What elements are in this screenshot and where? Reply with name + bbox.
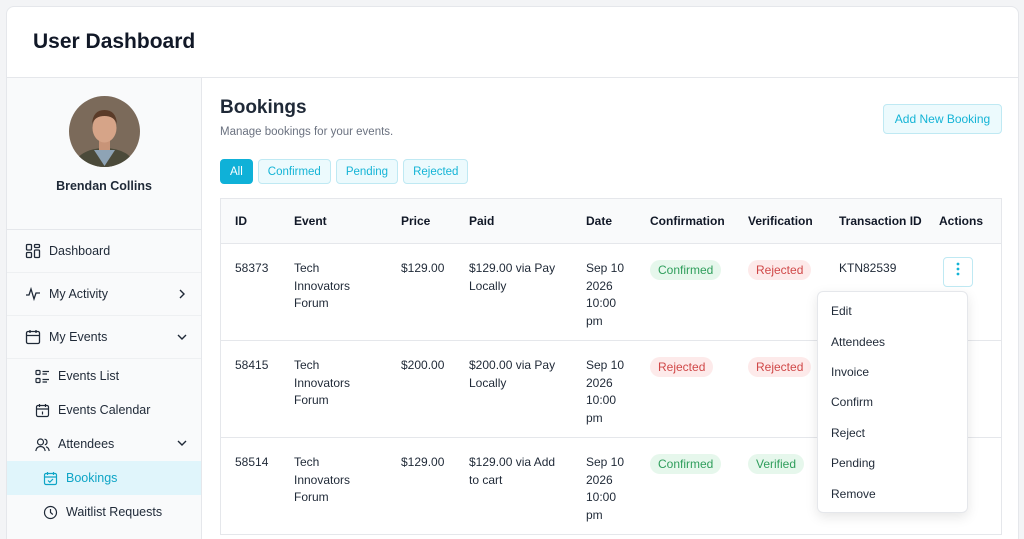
cell-date: Sep 10 2026 10:00 pm: [586, 358, 625, 425]
sidebar-item-dashboard[interactable]: Dashboard: [7, 230, 201, 273]
sidebar-item-events-list[interactable]: Events List: [7, 359, 201, 393]
filter-all[interactable]: All: [220, 159, 253, 184]
more-vertical-icon: [956, 262, 960, 282]
cell-paid: $129.00 via Add to cart: [469, 455, 556, 487]
cell-event: Tech Innovators Forum: [294, 261, 351, 310]
chevron-right-icon: [177, 289, 187, 299]
sidebar-item-label: My Activity: [49, 287, 109, 301]
cell-event: Tech Innovators Forum: [294, 455, 351, 504]
cell-price: $129.00: [401, 455, 445, 469]
chevron-down-icon: [177, 332, 187, 342]
menu-item-attendees[interactable]: Attendees: [818, 326, 967, 356]
cell-price: $129.00: [401, 261, 445, 275]
page-title: Bookings: [220, 97, 307, 118]
cell-id: 58415: [235, 358, 269, 372]
profile-card: Brendan Collins: [7, 78, 201, 230]
menu-item-pending[interactable]: Pending: [818, 448, 967, 478]
sidebar-item-label: Events List: [58, 369, 120, 383]
status-badge: Verified: [748, 454, 805, 474]
sidebar-item-label: Dashboard: [49, 244, 111, 258]
actions-dropdown-menu: Edit Attendees Invoice Confirm Reject Pe…: [817, 291, 968, 513]
sidebar-item-label: Attendees: [58, 437, 115, 451]
sidebar-item-label: Events Calendar: [58, 403, 151, 417]
sidebar-item-label: Bookings: [66, 471, 118, 485]
header-actions: Actions: [939, 214, 984, 228]
cell-event: Tech Innovators Forum: [294, 358, 351, 407]
status-badge: Confirmed: [650, 454, 722, 474]
users-icon: [35, 437, 50, 452]
filter-pending[interactable]: Pending: [335, 159, 399, 184]
header-event: Event: [294, 214, 327, 228]
menu-item-edit[interactable]: Edit: [818, 296, 967, 326]
actions-menu-button[interactable]: [943, 257, 973, 287]
calendar-check-icon: [43, 471, 58, 486]
sidebar: Brendan Collins Dashboard My Activity My…: [7, 78, 202, 539]
sidebar-item-waitlist-requests[interactable]: Waitlist Requests: [7, 495, 201, 529]
top-bar: User Dashboard: [7, 7, 1018, 78]
cell-paid: $200.00 via Pay Locally: [469, 358, 556, 390]
filter-confirmed[interactable]: Confirmed: [257, 159, 331, 184]
filter-tabs: All Confirmed Pending Rejected: [220, 159, 469, 184]
menu-item-invoice[interactable]: Invoice: [818, 357, 967, 387]
list-icon: [35, 369, 50, 384]
clock-icon: [43, 505, 58, 520]
sidebar-item-bookings[interactable]: Bookings: [7, 461, 201, 495]
header-price: Price: [401, 214, 431, 228]
header-confirmation: Confirmation: [650, 214, 725, 228]
avatar[interactable]: [68, 96, 140, 167]
dashboard-icon: [25, 243, 41, 259]
header-id: ID: [235, 214, 247, 228]
sidebar-nav: Dashboard My Activity My Events Events L…: [7, 230, 201, 529]
profile-name: Brendan Collins: [56, 179, 152, 193]
calendar-icon: [35, 403, 50, 418]
table-header: ID Event Price Paid Date Confirmation Ve…: [221, 199, 1001, 244]
menu-item-reject[interactable]: Reject: [818, 418, 967, 448]
header-paid: Paid: [469, 214, 495, 228]
menu-item-confirm[interactable]: Confirm: [818, 387, 967, 417]
calendar-icon: [25, 329, 41, 345]
cell-id: 58514: [235, 455, 269, 469]
cell-paid: $129.00 via Pay Locally: [469, 261, 556, 293]
status-badge: Rejected: [748, 357, 812, 377]
sidebar-item-label: My Events: [49, 330, 108, 344]
header-transaction-id: Transaction ID: [839, 214, 922, 228]
filter-rejected[interactable]: Rejected: [403, 159, 469, 184]
app-title: User Dashboard: [33, 30, 196, 53]
status-badge: Rejected: [650, 357, 714, 377]
status-badge: Rejected: [748, 260, 812, 280]
cell-price: $200.00: [401, 358, 445, 372]
cell-id: 58373: [235, 261, 269, 275]
cell-date: Sep 10 2026 10:00 pm: [586, 455, 625, 522]
activity-icon: [25, 286, 41, 302]
header-date: Date: [586, 214, 613, 228]
sidebar-item-my-activity[interactable]: My Activity: [7, 273, 201, 316]
status-badge: Confirmed: [650, 260, 722, 280]
header-verification: Verification: [748, 214, 813, 228]
add-booking-button[interactable]: Add New Booking: [883, 104, 1002, 134]
chevron-down-icon: [177, 437, 187, 451]
page-subtitle: Manage bookings for your events.: [220, 126, 394, 138]
sidebar-item-attendees[interactable]: Attendees: [7, 427, 201, 461]
sidebar-item-events-calendar[interactable]: Events Calendar: [7, 393, 201, 427]
sidebar-item-label: Waitlist Requests: [66, 505, 163, 519]
sidebar-item-my-events[interactable]: My Events: [7, 316, 201, 359]
menu-item-remove[interactable]: Remove: [818, 478, 967, 508]
cell-date: Sep 10 2026 10:00 pm: [586, 261, 625, 328]
